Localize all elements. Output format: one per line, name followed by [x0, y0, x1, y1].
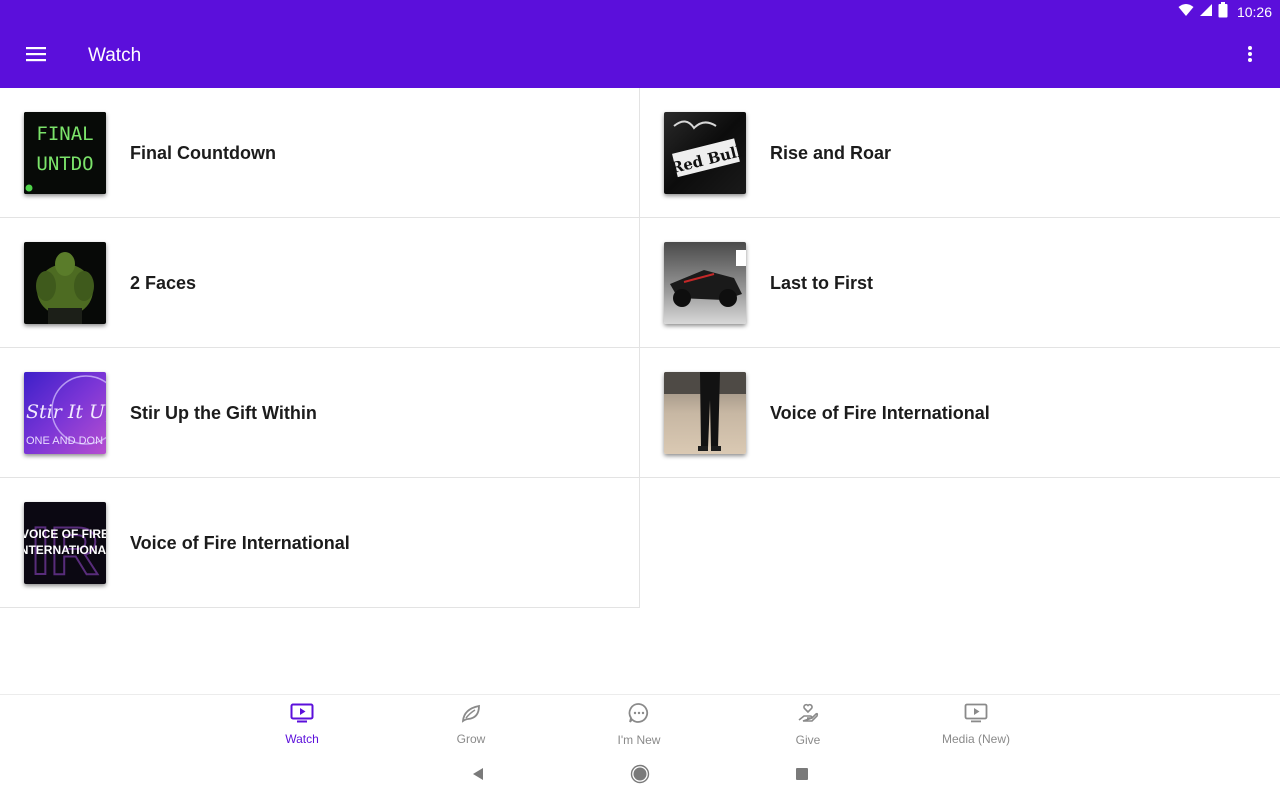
- nav-tab-media-new[interactable]: Media (New): [906, 695, 1046, 753]
- item-title: Stir Up the Gift Within: [130, 403, 317, 423]
- status-bar: 10:26: [0, 0, 1280, 24]
- nav-tab-give[interactable]: Give: [738, 695, 878, 753]
- nav-label: I'm New: [617, 732, 661, 747]
- watch-list: FINAL UNTDO Final Countdown Red Bull Ris…: [0, 88, 1280, 694]
- system-navigation-bar: [0, 752, 1280, 800]
- list-item[interactable]: Stir It Up ONE AND DON Stir Up the Gift …: [0, 348, 640, 478]
- list-item[interactable]: Last to First: [640, 218, 1280, 348]
- thumbnail-stir-up: Stir It Up ONE AND DON: [24, 372, 106, 454]
- chat-bubble-icon: [628, 702, 650, 729]
- thumb-text-line-2: ONE AND DON: [26, 435, 103, 447]
- thumb-text-line-2: UNTDO: [36, 153, 93, 175]
- back-button[interactable]: [466, 764, 490, 788]
- thumbnail-voice-of-fire-photo: [664, 372, 746, 454]
- bottom-navigation: Watch Grow I'm New Give Media (New): [0, 694, 1280, 752]
- more-vert-icon: [1247, 45, 1253, 68]
- list-item[interactable]: 2 Faces: [0, 218, 640, 348]
- battery-icon: [1218, 1, 1228, 23]
- menu-button[interactable]: [16, 36, 56, 76]
- app-bar: Watch: [0, 24, 1280, 88]
- nav-tab-grow[interactable]: Grow: [401, 695, 541, 753]
- thumb-text-line-2: INTERNATIONAL: [24, 543, 106, 557]
- recents-icon: [795, 767, 809, 786]
- list-item[interactable]: Red Bull Rise and Roar: [640, 88, 1280, 218]
- item-title: Final Countdown: [130, 143, 276, 163]
- thumb-text-line-1: Stir It Up: [26, 401, 106, 423]
- home-button[interactable]: [628, 764, 652, 788]
- back-icon: [471, 767, 485, 786]
- leaf-icon: [460, 703, 482, 728]
- thumbnail-2-faces: [24, 242, 106, 324]
- thumb-text-line-1: FINAL: [36, 123, 93, 145]
- signal-icon: [1199, 3, 1213, 22]
- wifi-icon: [1178, 3, 1194, 22]
- list-item[interactable]: FINAL UNTDO Final Countdown: [0, 88, 640, 218]
- item-title: Voice of Fire International: [770, 403, 990, 423]
- thumbnail-final-countdown: FINAL UNTDO: [24, 112, 106, 194]
- status-icons: 10:26: [1178, 0, 1272, 24]
- thumbnail-last-to-first: [664, 242, 746, 324]
- recents-button[interactable]: [790, 764, 814, 788]
- tv-play-icon: [964, 703, 988, 728]
- hamburger-menu-icon: [26, 46, 46, 67]
- status-time: 10:26: [1236, 4, 1272, 20]
- tv-play-icon: [290, 703, 314, 728]
- item-title: 2 Faces: [130, 273, 197, 293]
- app-root: 10:26 Watch FINAL UNTDO Final Countdown …: [0, 0, 1280, 800]
- thumb-text-line-1: VOICE OF FIRE: [24, 527, 106, 541]
- nav-tab-im-new[interactable]: I'm New: [569, 695, 709, 753]
- home-icon: [630, 764, 650, 789]
- page-title: Watch: [88, 45, 142, 66]
- thumbnail-voice-of-fire-logo: IR VOICE OF FIRE INTERNATIONAL: [24, 502, 106, 584]
- heart-hand-icon: [797, 702, 819, 729]
- list-item[interactable]: Voice of Fire International: [640, 348, 1280, 478]
- nav-label: Grow: [456, 731, 486, 746]
- item-title: Voice of Fire International: [130, 533, 350, 553]
- item-title: Last to First: [770, 273, 874, 293]
- nav-label: Media (New): [941, 731, 1010, 746]
- list-item[interactable]: IR VOICE OF FIRE INTERNATIONAL Voice of …: [0, 478, 640, 608]
- nav-label: Watch: [285, 731, 319, 746]
- overflow-menu-button[interactable]: [1232, 36, 1268, 76]
- thumbnail-rise-and-roar: Red Bull: [664, 112, 746, 194]
- nav-tab-watch[interactable]: Watch: [232, 695, 372, 753]
- nav-label: Give: [795, 732, 821, 747]
- item-title: Rise and Roar: [770, 143, 892, 163]
